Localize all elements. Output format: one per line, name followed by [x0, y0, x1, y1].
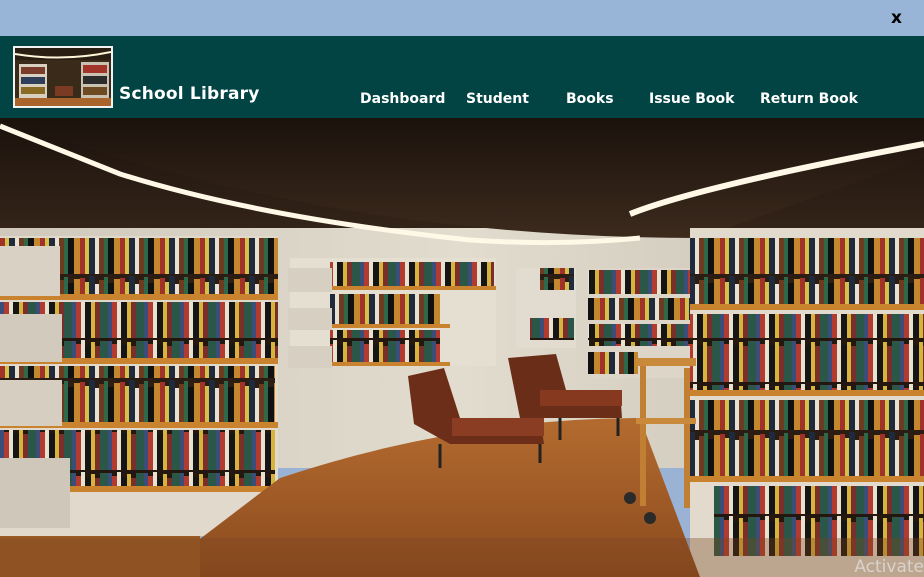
app-header: School Library Dashboard Student Books I… — [0, 36, 924, 118]
window-titlebar: x — [0, 0, 924, 36]
close-button[interactable]: x — [891, 8, 902, 28]
activation-watermark: Activate — [854, 557, 924, 577]
nav-student[interactable]: Student — [466, 91, 529, 107]
library-background-image — [0, 118, 924, 577]
nav-return-book[interactable]: Return Book — [760, 91, 858, 107]
library-interior-illustration — [0, 118, 924, 577]
library-logo — [13, 46, 113, 108]
nav-books[interactable]: Books — [566, 91, 614, 107]
library-photo-icon — [15, 48, 111, 106]
app-title: School Library — [119, 84, 260, 104]
nav-issue-book[interactable]: Issue Book — [649, 91, 734, 107]
nav-dashboard[interactable]: Dashboard — [360, 91, 445, 107]
